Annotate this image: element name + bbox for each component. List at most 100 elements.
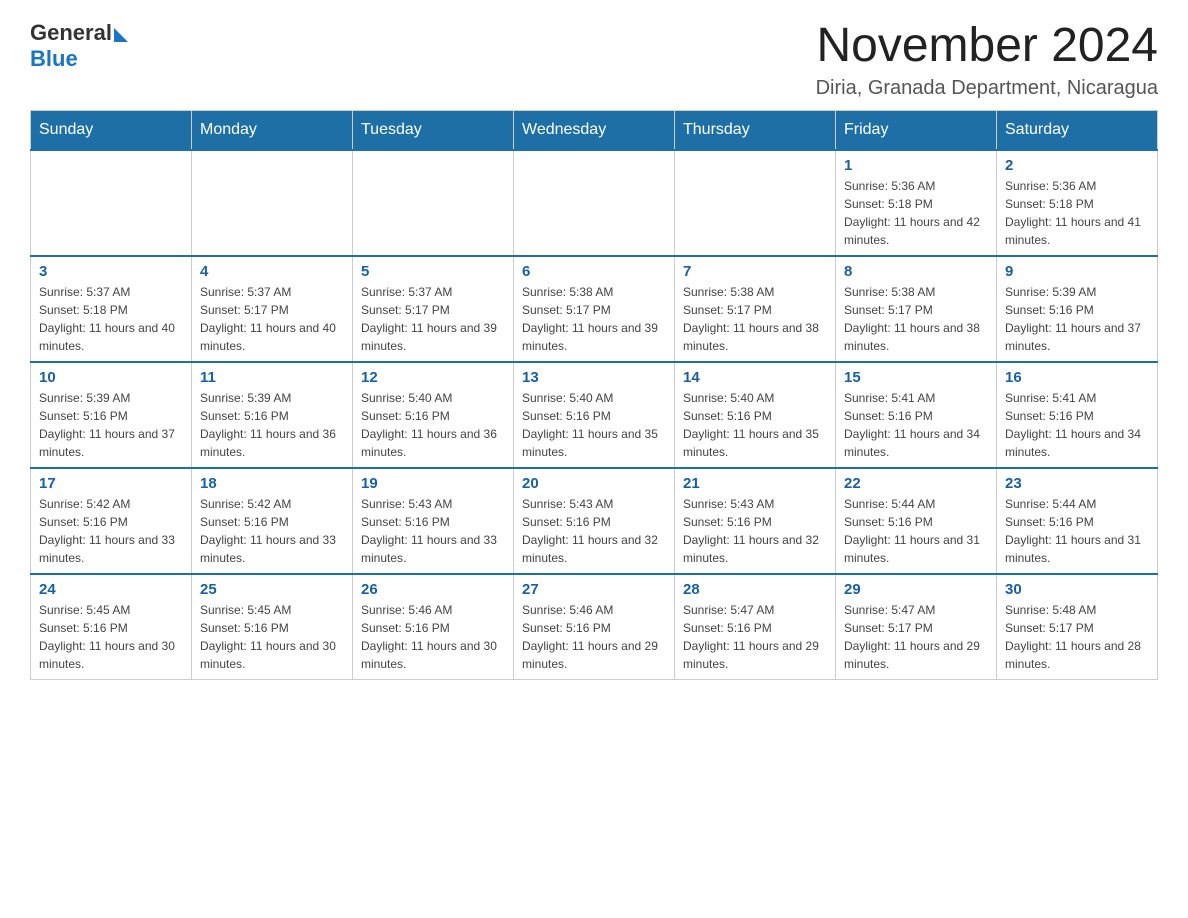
day-number: 23	[1005, 475, 1149, 492]
day-info: Sunrise: 5:40 AMSunset: 5:16 PMDaylight:…	[522, 389, 666, 461]
weekday-header-saturday: Saturday	[997, 110, 1158, 150]
subtitle: Diria, Granada Department, Nicaragua	[816, 77, 1158, 100]
logo-blue-text: Blue	[30, 46, 78, 72]
day-info: Sunrise: 5:39 AMSunset: 5:16 PMDaylight:…	[200, 389, 344, 461]
day-info: Sunrise: 5:43 AMSunset: 5:16 PMDaylight:…	[522, 495, 666, 567]
day-number: 19	[361, 475, 505, 492]
weekday-header-thursday: Thursday	[675, 110, 836, 150]
weekday-header-wednesday: Wednesday	[514, 110, 675, 150]
day-info: Sunrise: 5:46 AMSunset: 5:16 PMDaylight:…	[522, 601, 666, 673]
day-number: 7	[683, 263, 827, 280]
day-info: Sunrise: 5:41 AMSunset: 5:16 PMDaylight:…	[1005, 389, 1149, 461]
day-number: 10	[39, 369, 183, 386]
logo-arrow-icon	[114, 28, 128, 42]
day-cell: 28 Sunrise: 5:47 AMSunset: 5:16 PMDayligh…	[675, 574, 836, 680]
day-cell: 16 Sunrise: 5:41 AMSunset: 5:16 PMDayligh…	[997, 362, 1158, 468]
day-info: Sunrise: 5:43 AMSunset: 5:16 PMDaylight:…	[361, 495, 505, 567]
day-info: Sunrise: 5:47 AMSunset: 5:16 PMDaylight:…	[683, 601, 827, 673]
day-cell: 12 Sunrise: 5:40 AMSunset: 5:16 PMDayligh…	[353, 362, 514, 468]
day-info: Sunrise: 5:38 AMSunset: 5:17 PMDaylight:…	[844, 283, 988, 355]
day-number: 16	[1005, 369, 1149, 386]
weekday-header-sunday: Sunday	[31, 110, 192, 150]
day-cell	[353, 150, 514, 256]
day-number: 29	[844, 581, 988, 598]
week-row-3: 17 Sunrise: 5:42 AMSunset: 5:16 PMDayligh…	[31, 468, 1158, 574]
day-number: 9	[1005, 263, 1149, 280]
day-cell: 25 Sunrise: 5:45 AMSunset: 5:16 PMDayligh…	[192, 574, 353, 680]
day-info: Sunrise: 5:38 AMSunset: 5:17 PMDaylight:…	[522, 283, 666, 355]
day-number: 26	[361, 581, 505, 598]
day-info: Sunrise: 5:37 AMSunset: 5:17 PMDaylight:…	[200, 283, 344, 355]
day-cell: 26 Sunrise: 5:46 AMSunset: 5:16 PMDayligh…	[353, 574, 514, 680]
logo-general-text: General	[30, 20, 112, 46]
week-row-4: 24 Sunrise: 5:45 AMSunset: 5:16 PMDayligh…	[31, 574, 1158, 680]
day-info: Sunrise: 5:48 AMSunset: 5:17 PMDaylight:…	[1005, 601, 1149, 673]
day-cell: 11 Sunrise: 5:39 AMSunset: 5:16 PMDayligh…	[192, 362, 353, 468]
day-info: Sunrise: 5:43 AMSunset: 5:16 PMDaylight:…	[683, 495, 827, 567]
day-cell	[192, 150, 353, 256]
day-cell: 21 Sunrise: 5:43 AMSunset: 5:16 PMDayligh…	[675, 468, 836, 574]
day-cell: 24 Sunrise: 5:45 AMSunset: 5:16 PMDayligh…	[31, 574, 192, 680]
day-number: 6	[522, 263, 666, 280]
day-info: Sunrise: 5:41 AMSunset: 5:16 PMDaylight:…	[844, 389, 988, 461]
day-info: Sunrise: 5:45 AMSunset: 5:16 PMDaylight:…	[39, 601, 183, 673]
main-title: November 2024	[816, 20, 1158, 73]
day-cell: 19 Sunrise: 5:43 AMSunset: 5:16 PMDayligh…	[353, 468, 514, 574]
day-cell: 13 Sunrise: 5:40 AMSunset: 5:16 PMDayligh…	[514, 362, 675, 468]
day-cell: 23 Sunrise: 5:44 AMSunset: 5:16 PMDayligh…	[997, 468, 1158, 574]
day-cell: 10 Sunrise: 5:39 AMSunset: 5:16 PMDayligh…	[31, 362, 192, 468]
day-number: 15	[844, 369, 988, 386]
day-info: Sunrise: 5:37 AMSunset: 5:17 PMDaylight:…	[361, 283, 505, 355]
day-number: 4	[200, 263, 344, 280]
day-cell: 27 Sunrise: 5:46 AMSunset: 5:16 PMDayligh…	[514, 574, 675, 680]
day-info: Sunrise: 5:39 AMSunset: 5:16 PMDaylight:…	[1005, 283, 1149, 355]
day-cell: 5 Sunrise: 5:37 AMSunset: 5:17 PMDaylight…	[353, 256, 514, 362]
logo: General Blue	[30, 20, 128, 72]
day-number: 14	[683, 369, 827, 386]
day-info: Sunrise: 5:38 AMSunset: 5:17 PMDaylight:…	[683, 283, 827, 355]
calendar: SundayMondayTuesdayWednesdayThursdayFrid…	[30, 110, 1158, 680]
day-info: Sunrise: 5:44 AMSunset: 5:16 PMDaylight:…	[1005, 495, 1149, 567]
day-cell: 7 Sunrise: 5:38 AMSunset: 5:17 PMDaylight…	[675, 256, 836, 362]
day-info: Sunrise: 5:36 AMSunset: 5:18 PMDaylight:…	[844, 177, 988, 249]
day-info: Sunrise: 5:44 AMSunset: 5:16 PMDaylight:…	[844, 495, 988, 567]
day-number: 21	[683, 475, 827, 492]
day-number: 28	[683, 581, 827, 598]
day-info: Sunrise: 5:42 AMSunset: 5:16 PMDaylight:…	[39, 495, 183, 567]
day-info: Sunrise: 5:45 AMSunset: 5:16 PMDaylight:…	[200, 601, 344, 673]
day-number: 24	[39, 581, 183, 598]
day-number: 3	[39, 263, 183, 280]
day-number: 12	[361, 369, 505, 386]
day-number: 30	[1005, 581, 1149, 598]
day-cell	[31, 150, 192, 256]
day-number: 27	[522, 581, 666, 598]
day-info: Sunrise: 5:40 AMSunset: 5:16 PMDaylight:…	[683, 389, 827, 461]
day-number: 8	[844, 263, 988, 280]
day-number: 18	[200, 475, 344, 492]
day-number: 20	[522, 475, 666, 492]
day-cell: 3Sunrise: 5:37 AMSunset: 5:18 PMDaylight…	[31, 256, 192, 362]
day-cell: 18Sunrise: 5:42 AMSunset: 5:16 PMDayligh…	[192, 468, 353, 574]
weekday-header-monday: Monday	[192, 110, 353, 150]
day-info: Sunrise: 5:46 AMSunset: 5:16 PMDaylight:…	[361, 601, 505, 673]
day-number: 25	[200, 581, 344, 598]
day-info: Sunrise: 5:39 AMSunset: 5:16 PMDaylight:…	[39, 389, 183, 461]
day-cell: 17 Sunrise: 5:42 AMSunset: 5:16 PMDayligh…	[31, 468, 192, 574]
weekday-header-row: SundayMondayTuesdayWednesdayThursdayFrid…	[31, 110, 1158, 150]
day-cell: 1 Sunrise: 5:36 AMSunset: 5:18 PMDaylight…	[836, 150, 997, 256]
day-number: 13	[522, 369, 666, 386]
day-number: 17	[39, 475, 183, 492]
day-number: 11	[200, 369, 344, 386]
day-cell	[514, 150, 675, 256]
day-cell: 6 Sunrise: 5:38 AMSunset: 5:17 PMDaylight…	[514, 256, 675, 362]
day-info: Sunrise: 5:40 AMSunset: 5:16 PMDaylight:…	[361, 389, 505, 461]
day-cell: 9 Sunrise: 5:39 AMSunset: 5:16 PMDaylight…	[997, 256, 1158, 362]
weekday-header-friday: Friday	[836, 110, 997, 150]
day-cell: 22Sunrise: 5:44 AMSunset: 5:16 PMDayligh…	[836, 468, 997, 574]
day-number: 1	[844, 157, 988, 174]
day-number: 5	[361, 263, 505, 280]
day-number: 2	[1005, 157, 1149, 174]
day-cell: 14 Sunrise: 5:40 AMSunset: 5:16 PMDayligh…	[675, 362, 836, 468]
day-cell: 20 Sunrise: 5:43 AMSunset: 5:16 PMDayligh…	[514, 468, 675, 574]
day-cell: 8 Sunrise: 5:38 AMSunset: 5:17 PMDaylight…	[836, 256, 997, 362]
